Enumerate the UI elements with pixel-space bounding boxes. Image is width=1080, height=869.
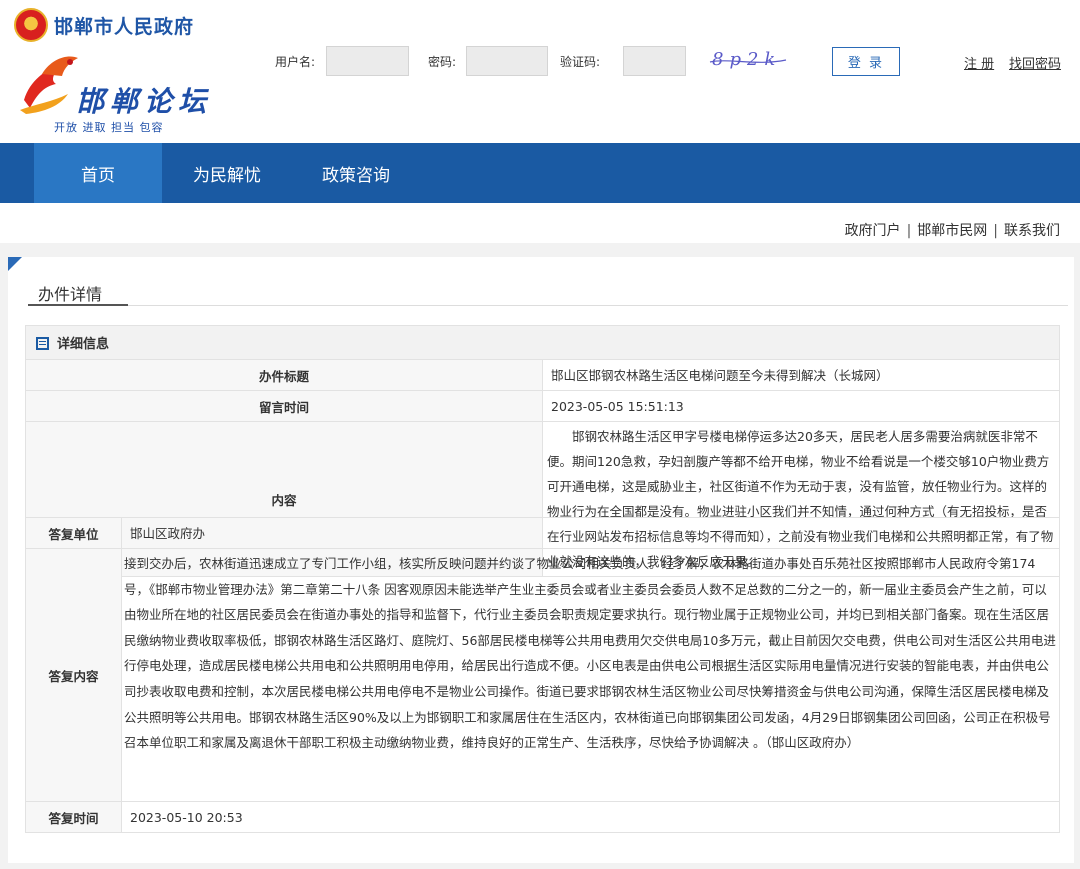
site-header: ★ 邯郸市人民政府 邯郸论坛 开放 进取 担当 包容 用户名: 密码: 验证码:… bbox=[0, 0, 1080, 143]
username-label: 用户名: bbox=[275, 55, 316, 69]
reply-time-value: 2023-05-10 20:53 bbox=[121, 801, 1060, 833]
reply-table: 答复单位 邯山区政府办 答复内容 接到交办后，农林街道迅速成立了专门工作小组，核… bbox=[25, 517, 1060, 833]
gov-title: 邯郸市人民政府 bbox=[54, 15, 195, 38]
corner-decoration bbox=[8, 257, 22, 271]
document-list-icon bbox=[36, 337, 49, 350]
nav-item-home[interactable]: 首页 bbox=[34, 143, 162, 203]
toplink-separator: | bbox=[906, 223, 912, 239]
password-input[interactable] bbox=[466, 46, 548, 76]
toplinks-bar: 政府门户 | 邯郸市民网 | 联系我们 bbox=[0, 203, 1080, 243]
captcha-text: 8p2k bbox=[712, 49, 781, 70]
table-row: 答复单位 邯山区政府办 bbox=[25, 517, 1060, 549]
page-title: 办件详情 bbox=[38, 285, 103, 304]
table-row: 答复时间 2023-05-10 20:53 bbox=[25, 801, 1060, 833]
time-label: 留言时间 bbox=[25, 390, 543, 422]
content-panel: 办件详情 详细信息 办件标题 邯山区邯钢农林路生活区电梯问题至今未得到解决（长城… bbox=[8, 257, 1074, 863]
register-link[interactable]: 注 册 bbox=[964, 53, 994, 72]
table-row: 办件标题 邯山区邯钢农林路生活区电梯问题至今未得到解决（长城网） bbox=[25, 359, 1060, 391]
title-underline bbox=[28, 304, 128, 306]
time-value: 2023-05-05 15:51:13 bbox=[542, 390, 1060, 422]
find-password-link[interactable]: 找回密码 bbox=[1009, 53, 1061, 72]
forum-name: 邯郸论坛 bbox=[76, 85, 213, 118]
table-row: 答复内容 接到交办后，农林街道迅速成立了专门工作小组，核实所反映问题并约谈了物业… bbox=[25, 548, 1060, 802]
national-emblem-icon: ★ bbox=[14, 8, 48, 42]
toplink-separator: | bbox=[993, 223, 998, 239]
gov-logo[interactable]: ★ 邯郸市人民政府 bbox=[14, 8, 194, 42]
toplink-citizen-net[interactable]: 邯郸市民网 bbox=[917, 223, 987, 239]
forum-slogan: 开放 进取 担当 包容 bbox=[54, 121, 164, 134]
reply-unit-value: 邯山区政府办 bbox=[121, 517, 1060, 549]
title-divider bbox=[28, 305, 1068, 306]
reply-time-label: 答复时间 bbox=[25, 801, 122, 833]
username-input[interactable] bbox=[326, 46, 409, 76]
captcha-image[interactable]: 8p2k bbox=[708, 48, 788, 72]
reply-content-label: 答复内容 bbox=[25, 548, 122, 802]
login-button[interactable]: 登 录 bbox=[832, 47, 900, 76]
captcha-input[interactable] bbox=[623, 46, 686, 76]
captcha-label: 验证码: bbox=[560, 55, 601, 69]
password-label: 密码: bbox=[428, 55, 457, 69]
title-value: 邯山区邯钢农林路生活区电梯问题至今未得到解决（长城网） bbox=[542, 359, 1060, 391]
reply-content-value: 接到交办后，农林街道迅速成立了专门工作小组，核实所反映问题并约谈了物业公司相关负… bbox=[121, 548, 1060, 802]
table-row: 留言时间 2023-05-05 15:51:13 bbox=[25, 390, 1060, 422]
nav-item-helpdesk[interactable]: 为民解忧 bbox=[166, 143, 288, 203]
toplink-contact[interactable]: 联系我们 bbox=[1004, 223, 1060, 239]
nav-item-policy[interactable]: 政策咨询 bbox=[296, 143, 416, 203]
forum-logo[interactable]: 邯郸论坛 开放 进取 担当 包容 bbox=[16, 50, 216, 136]
toplink-gov-portal[interactable]: 政府门户 bbox=[845, 223, 901, 239]
title-label: 办件标题 bbox=[25, 359, 543, 391]
detail-heading-text: 详细信息 bbox=[57, 337, 110, 352]
toplinks: 政府门户 | 邯郸市民网 | 联系我们 bbox=[845, 220, 1060, 240]
reply-unit-label: 答复单位 bbox=[25, 517, 122, 549]
detail-heading: 详细信息 bbox=[25, 325, 1060, 360]
main-nav: 首页 为民解忧 政策咨询 bbox=[0, 143, 1080, 203]
